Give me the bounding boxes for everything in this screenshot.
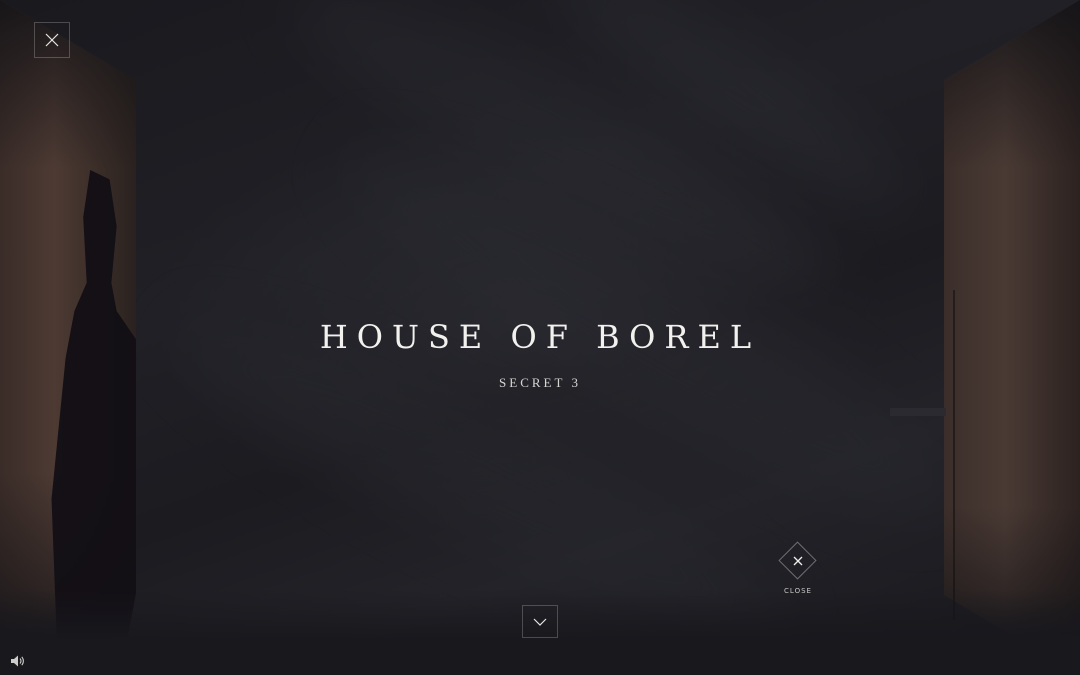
page-subtitle: SECRET 3 — [499, 375, 581, 390]
chevron-down-icon — [533, 618, 547, 626]
page-title: HOUSE OF BOREL — [319, 318, 761, 356]
top-close-button[interactable] — [34, 22, 70, 58]
diamond-close-button[interactable] — [778, 541, 818, 581]
wall-shelf — [890, 408, 946, 416]
silk-highlight — [530, 0, 930, 240]
speaker-icon[interactable] — [10, 654, 26, 668]
scroll-down-button[interactable] — [522, 605, 558, 638]
silk-highlight — [266, 0, 854, 334]
close-label[interactable]: CLOSE — [768, 587, 828, 595]
close-icon — [45, 33, 59, 47]
scene: HOUSE OF BOREL SECRET 3 CLOSE — [0, 0, 1080, 675]
close-icon — [793, 556, 803, 566]
